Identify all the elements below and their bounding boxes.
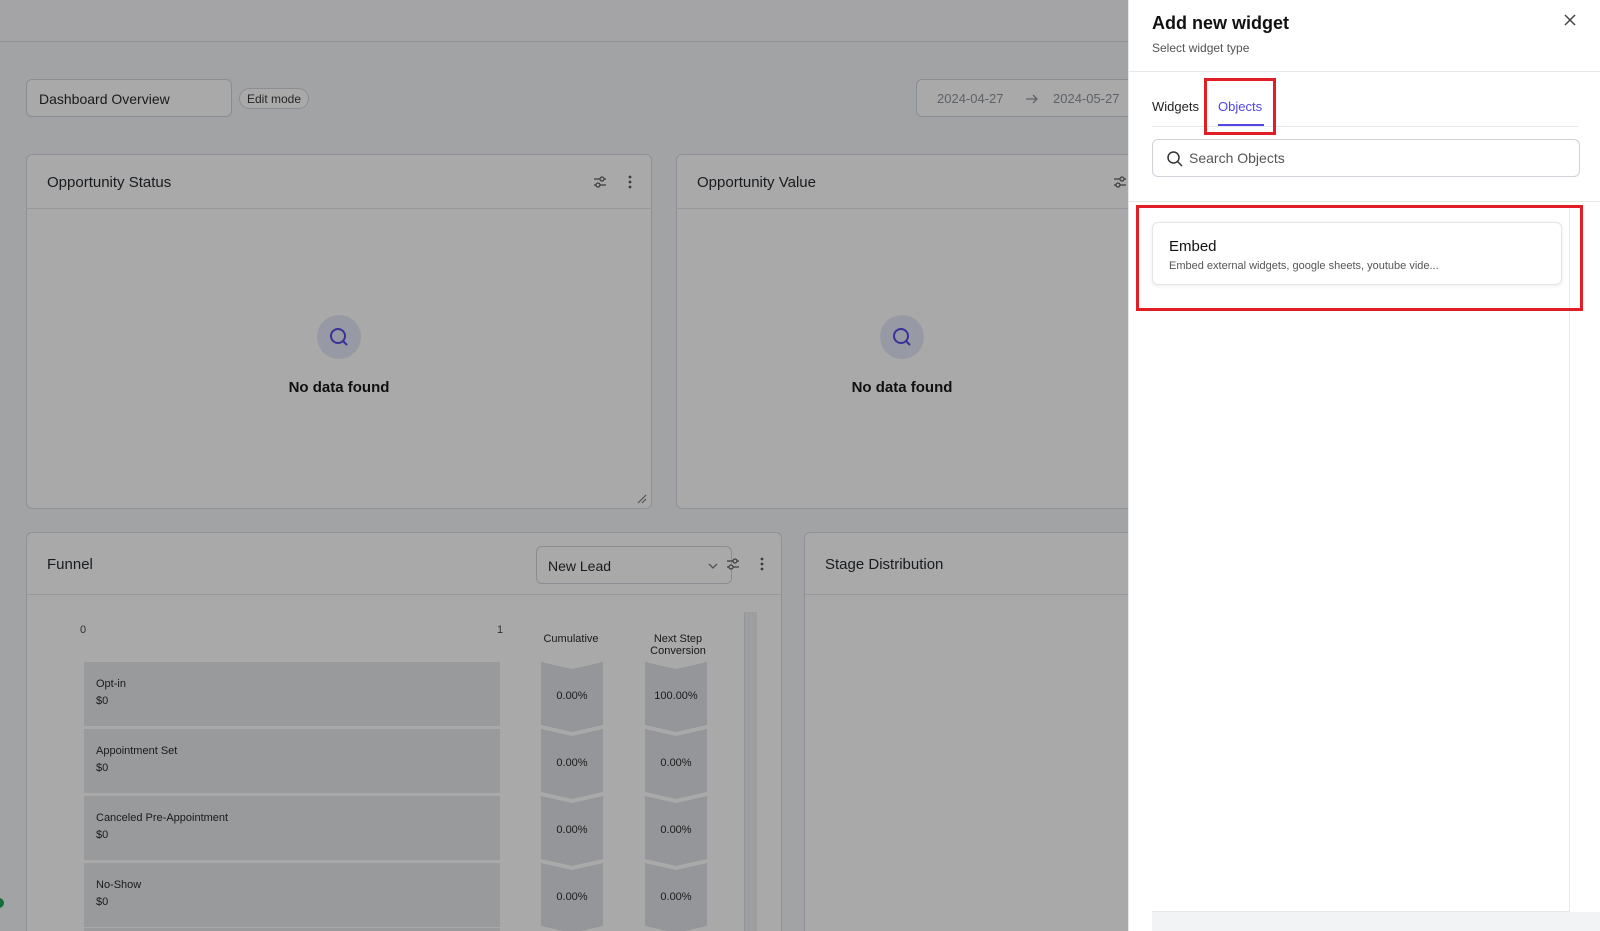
drawer-footer xyxy=(1152,912,1600,931)
highlight-objects-tab xyxy=(1204,78,1276,135)
divider xyxy=(1129,201,1600,202)
modal-backdrop[interactable] xyxy=(0,0,1128,931)
drawer-subtitle: Select widget type xyxy=(1152,41,1250,55)
tab-widgets[interactable]: Widgets xyxy=(1152,99,1199,114)
search-input[interactable] xyxy=(1189,141,1569,175)
search-objects-field[interactable] xyxy=(1152,139,1580,177)
close-icon[interactable] xyxy=(1561,11,1579,29)
highlight-embed-card xyxy=(1136,205,1583,311)
add-widget-drawer: Add new widget Select widget type Widget… xyxy=(1128,0,1600,931)
drawer-title: Add new widget xyxy=(1152,13,1289,33)
divider xyxy=(1129,71,1600,72)
objects-list xyxy=(1152,208,1570,912)
search-icon xyxy=(1167,151,1183,167)
